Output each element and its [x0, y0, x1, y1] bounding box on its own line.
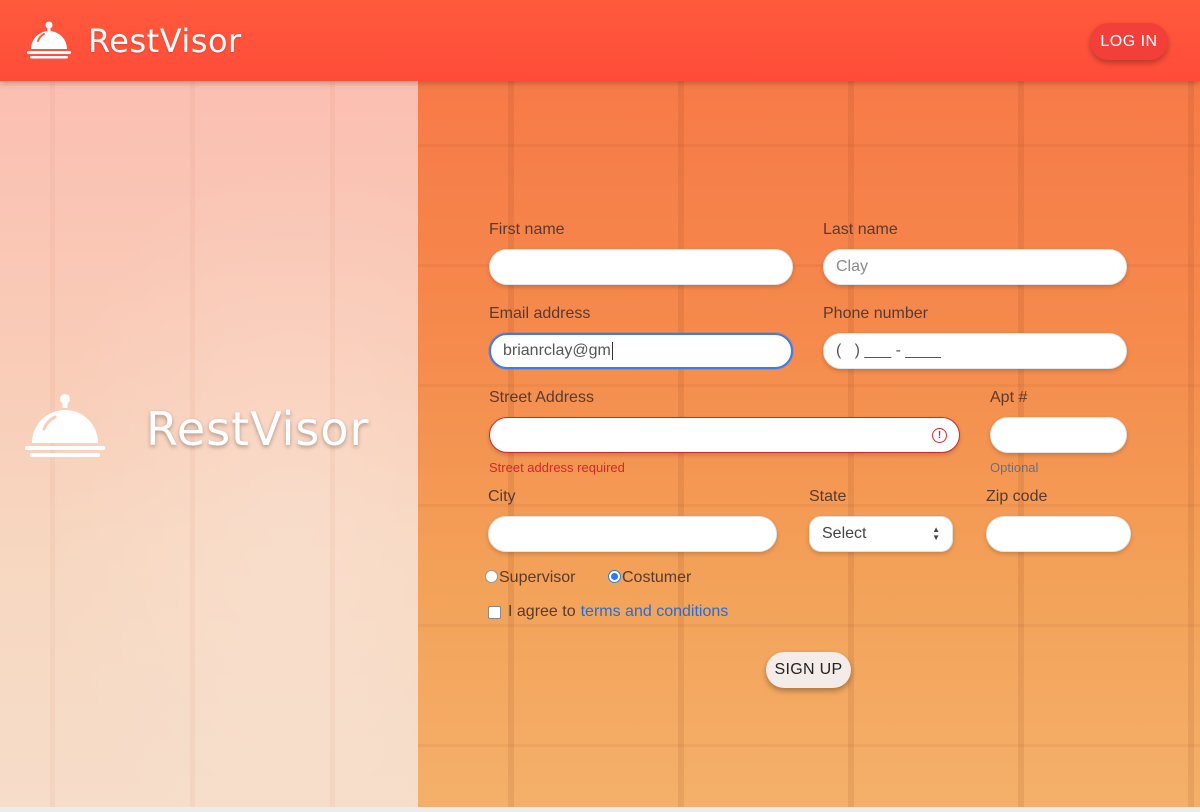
terms-prefix: I agree to — [508, 603, 576, 620]
select-arrows-icon: ▲ ▼ — [932, 525, 940, 542]
zip-field[interactable] — [986, 516, 1131, 552]
phone-value: ( ) ___ - ____ — [836, 342, 941, 359]
state-selected-value: Select — [822, 525, 867, 542]
first-name-field[interactable] — [489, 249, 793, 285]
role-option-supervisor[interactable]: Supervisor — [485, 569, 575, 587]
phone-field[interactable]: ( ) ___ - ____ — [823, 333, 1127, 369]
bottom-edge — [0, 807, 1200, 812]
first-name-label: First name — [489, 221, 565, 238]
last-name-placeholder: Clay — [836, 258, 869, 275]
city-field[interactable] — [488, 516, 777, 552]
apt-field[interactable] — [990, 417, 1127, 453]
error-icon: ! — [932, 427, 947, 443]
cloche-icon — [24, 393, 106, 464]
street-label: Street Address — [489, 389, 594, 406]
email-value: brianrclay@gm — [503, 342, 611, 359]
state-select[interactable]: Select ▲ ▼ — [809, 516, 953, 552]
street-field[interactable]: ! — [489, 417, 960, 453]
city-label: City — [488, 488, 516, 505]
header-brand[interactable]: RestVisor — [26, 18, 242, 64]
login-button[interactable]: LOG IN — [1090, 23, 1168, 60]
supervisor-radio[interactable] — [485, 569, 498, 583]
top-app-bar: RestVisor LOG IN — [0, 0, 1200, 81]
terms-agreement: I agree to terms and conditions — [488, 603, 728, 621]
apt-optional-hint: Optional — [990, 460, 1039, 475]
role-option-costumer[interactable]: Costumer — [608, 569, 691, 587]
apt-label: Apt # — [990, 389, 1028, 406]
state-label: State — [809, 488, 847, 505]
zip-label: Zip code — [986, 488, 1048, 505]
left-brand-title: RestVisor — [146, 401, 370, 456]
costumer-radio[interactable] — [608, 569, 621, 583]
costumer-label: Costumer — [622, 569, 692, 586]
left-brand: RestVisor — [24, 393, 369, 464]
header-brand-title: RestVisor — [88, 22, 242, 60]
last-name-label: Last name — [823, 221, 898, 238]
terms-link[interactable]: terms and conditions — [581, 603, 729, 621]
cloche-icon — [26, 19, 72, 64]
supervisor-label: Supervisor — [499, 569, 576, 586]
phone-label: Phone number — [823, 305, 928, 322]
text-cursor — [611, 342, 613, 360]
email-label: Email address — [489, 305, 591, 322]
terms-checkbox[interactable] — [488, 605, 501, 619]
email-field[interactable]: brianrclay@gm — [489, 333, 793, 369]
last-name-field[interactable]: Clay — [823, 249, 1127, 285]
left-brand-panel: RestVisor — [0, 81, 418, 807]
street-error-message: Street address required — [489, 460, 625, 475]
signup-button[interactable]: SIGN UP — [766, 652, 851, 688]
